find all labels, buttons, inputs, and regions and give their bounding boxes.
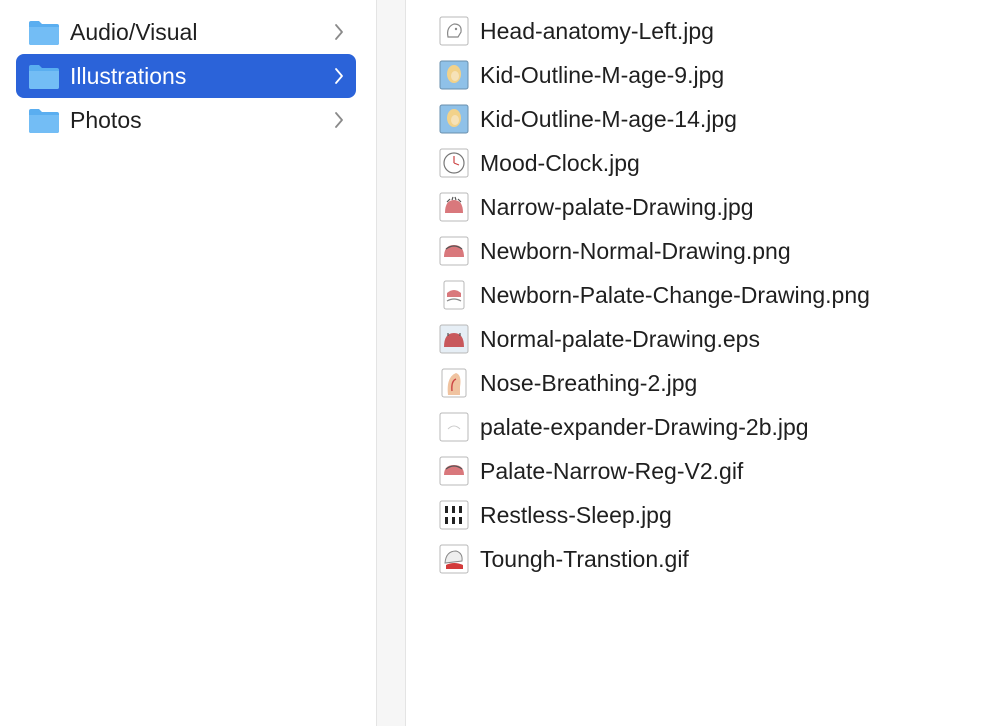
file-row[interactable]: Newborn-Palate-Change-Drawing.png: [438, 275, 978, 315]
folder-row-illustrations[interactable]: Illustrations: [16, 54, 356, 98]
file-row[interactable]: Toungh-Transtion.gif: [438, 539, 978, 579]
folder-icon: [29, 65, 59, 89]
file-name: Kid-Outline-M-age-14.jpg: [480, 106, 737, 132]
file-name: palate-expander-Drawing-2b.jpg: [480, 414, 809, 440]
file-row[interactable]: Newborn-Normal-Drawing.png: [438, 231, 978, 271]
file-row[interactable]: Kid-Outline-M-age-9.jpg: [438, 55, 978, 95]
file-name: Narrow-palate-Drawing.jpg: [480, 194, 754, 220]
file-list-column: Head-anatomy-Left.jpg Kid-Outline-M-age-…: [406, 0, 982, 726]
file-row[interactable]: Restless-Sleep.jpg: [438, 495, 978, 535]
folder-row-photos[interactable]: Photos: [16, 98, 356, 142]
file-name: Head-anatomy-Left.jpg: [480, 18, 714, 44]
image-thumbnail-icon: [439, 456, 469, 486]
file-name: Palate-Narrow-Reg-V2.gif: [480, 458, 744, 484]
file-name: Newborn-Normal-Drawing.png: [480, 238, 791, 264]
image-thumbnail-icon: [439, 324, 469, 354]
file-row[interactable]: palate-expander-Drawing-2b.jpg: [438, 407, 978, 447]
folder-label: Audio/Visual: [70, 19, 198, 45]
folder-label: Illustrations: [70, 63, 187, 89]
file-row[interactable]: Normal-palate-Drawing.eps: [438, 319, 978, 359]
file-name: Nose-Breathing-2.jpg: [480, 370, 698, 396]
file-name: Newborn-Palate-Change-Drawing.png: [480, 282, 870, 308]
image-thumbnail-icon: [441, 368, 467, 398]
file-row[interactable]: Kid-Outline-M-age-14.jpg: [438, 99, 978, 139]
file-row[interactable]: Nose-Breathing-2.jpg: [438, 363, 978, 403]
chevron-right-icon: [335, 112, 343, 128]
chevron-right-icon: [335, 68, 343, 84]
file-name: Mood-Clock.jpg: [480, 150, 640, 176]
file-row[interactable]: Narrow-palate-Drawing.jpg: [438, 187, 978, 227]
image-thumbnail-icon: [439, 412, 469, 442]
folder-icon: [29, 109, 59, 133]
file-row[interactable]: Head-anatomy-Left.jpg: [438, 11, 978, 51]
file-name: Normal-palate-Drawing.eps: [480, 326, 760, 352]
folder-label: Photos: [70, 107, 142, 133]
file-row[interactable]: Mood-Clock.jpg: [438, 143, 978, 183]
file-row[interactable]: Palate-Narrow-Reg-V2.gif: [438, 451, 978, 491]
file-name: Toungh-Transtion.gif: [480, 546, 689, 572]
image-thumbnail-icon: [439, 544, 469, 574]
image-thumbnail-icon: [439, 148, 469, 178]
image-thumbnail-icon: [439, 104, 469, 134]
folder-icon: [29, 21, 59, 45]
image-thumbnail-icon: [439, 500, 469, 530]
file-name: Kid-Outline-M-age-9.jpg: [480, 62, 725, 88]
folder-row-audio-visual[interactable]: Audio/Visual: [16, 10, 356, 54]
file-name: Restless-Sleep.jpg: [480, 502, 672, 528]
image-thumbnail-icon: [439, 60, 469, 90]
chevron-right-icon: [335, 24, 343, 40]
sidebar-column: Audio/Visual Illustrations Photos: [0, 0, 376, 726]
image-thumbnail-icon: [439, 192, 469, 222]
image-thumbnail-icon: [439, 236, 469, 266]
image-thumbnail-icon: [443, 280, 465, 310]
image-thumbnail-icon: [439, 16, 469, 46]
column-divider[interactable]: [376, 0, 406, 726]
